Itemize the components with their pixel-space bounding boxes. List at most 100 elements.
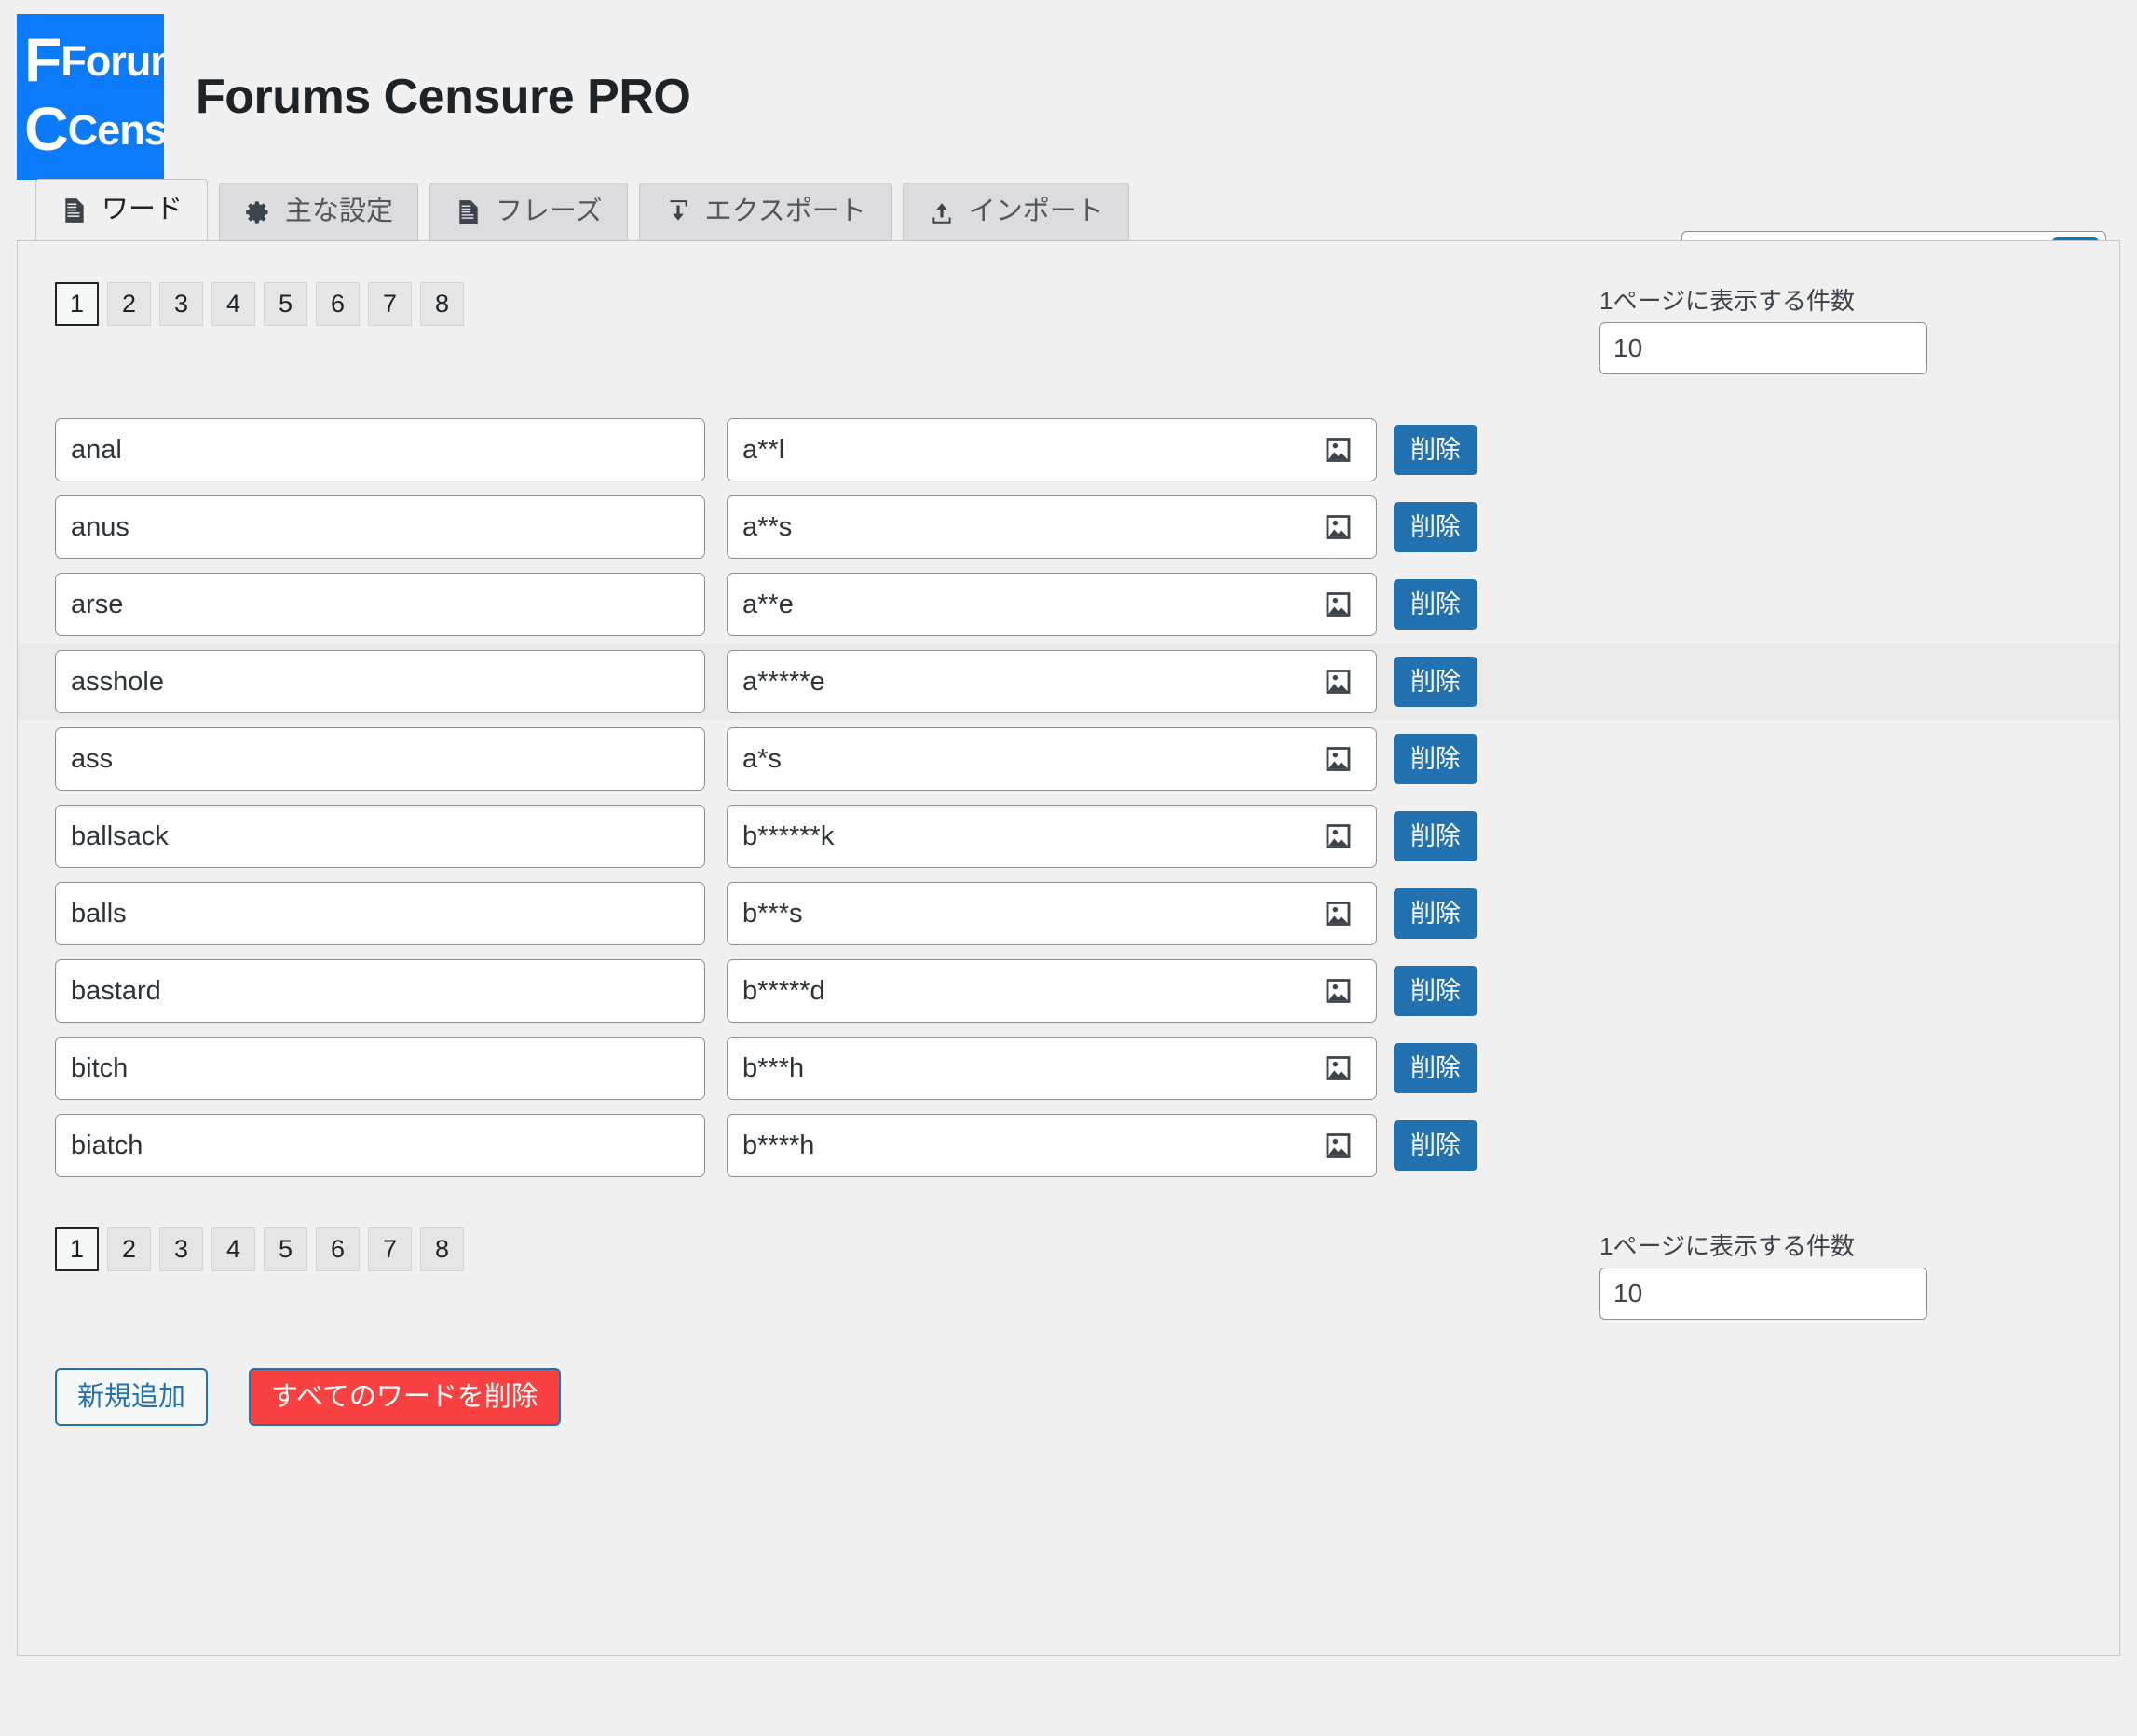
page-button-bottom-2[interactable]: 2 xyxy=(107,1227,151,1271)
page-button-bottom-1[interactable]: 1 xyxy=(55,1227,99,1271)
word-cell xyxy=(55,959,705,1023)
per-page-label-bottom: 1ページに表示する件数 xyxy=(1599,1232,1855,1260)
table-row: 削除 xyxy=(18,566,2119,643)
word-input[interactable] xyxy=(55,959,705,1023)
delete-all-words-button[interactable]: すべてのワードを削除 xyxy=(249,1368,561,1426)
image-icon[interactable] xyxy=(1324,977,1353,1006)
word-input[interactable] xyxy=(55,882,705,945)
tab-export[interactable]: エクスポート xyxy=(638,183,892,240)
word-cell xyxy=(55,805,705,868)
image-icon[interactable] xyxy=(1324,513,1353,542)
replacement-input[interactable] xyxy=(727,882,1377,945)
word-input[interactable] xyxy=(55,1037,705,1100)
action-bar: 新規追加 すべてのワードを削除 xyxy=(18,1320,2119,1426)
word-input[interactable] xyxy=(55,727,705,791)
delete-row-button[interactable]: 削除 xyxy=(1394,888,1477,939)
tab-phrases[interactable]: フレーズ xyxy=(429,183,628,240)
image-icon[interactable] xyxy=(1324,1054,1353,1083)
page-button-6[interactable]: 6 xyxy=(316,282,360,326)
add-new-button[interactable]: 新規追加 xyxy=(55,1368,209,1426)
page-button-bottom-8[interactable]: 8 xyxy=(420,1227,464,1271)
page-button-2[interactable]: 2 xyxy=(107,282,151,326)
delete-row-button[interactable]: 削除 xyxy=(1394,657,1477,707)
delete-row-button[interactable]: 削除 xyxy=(1394,734,1477,784)
word-cell xyxy=(55,1114,705,1177)
replacement-input[interactable] xyxy=(727,573,1377,636)
word-input[interactable] xyxy=(55,650,705,713)
word-input[interactable] xyxy=(55,1114,705,1177)
word-cell xyxy=(55,727,705,791)
delete-row-button[interactable]: 削除 xyxy=(1394,502,1477,552)
app-logo: FForums CCensure xyxy=(17,14,164,180)
word-input[interactable] xyxy=(55,573,705,636)
replacement-cell xyxy=(727,495,1377,559)
image-icon[interactable] xyxy=(1324,590,1353,619)
per-page-input-bottom[interactable] xyxy=(1599,1268,1927,1320)
per-page-input[interactable] xyxy=(1599,322,1927,374)
page-button-bottom-4[interactable]: 4 xyxy=(211,1227,255,1271)
delete-row-button[interactable]: 削除 xyxy=(1394,579,1477,630)
replacement-cell xyxy=(727,1037,1377,1100)
delete-row-button[interactable]: 削除 xyxy=(1394,811,1477,861)
word-cell xyxy=(55,418,705,481)
replacement-input[interactable] xyxy=(727,1037,1377,1100)
table-row: 削除 xyxy=(18,412,2119,488)
page-button-1[interactable]: 1 xyxy=(55,282,99,326)
table-row: 削除 xyxy=(18,1107,2119,1184)
tab-phrases-label: フレーズ xyxy=(496,197,603,226)
per-page-label: 1ページに表示する件数 xyxy=(1599,287,1855,315)
word-cell xyxy=(55,573,705,636)
page-title: Forums Censure PRO xyxy=(196,70,691,124)
word-list: 削除削除削除削除削除削除削除削除削除削除 xyxy=(18,412,2119,1184)
replacement-input[interactable] xyxy=(727,495,1377,559)
replacement-cell xyxy=(727,650,1377,713)
logo-initial-f: F xyxy=(24,25,61,94)
page-button-bottom-5[interactable]: 5 xyxy=(264,1227,307,1271)
replacement-input[interactable] xyxy=(727,727,1377,791)
logo-word-forums: Forums xyxy=(61,37,164,85)
page-button-3[interactable]: 3 xyxy=(159,282,203,326)
tab-words[interactable]: ワード xyxy=(35,179,209,240)
replacement-input[interactable] xyxy=(727,418,1377,481)
document-icon xyxy=(61,197,88,224)
image-icon[interactable] xyxy=(1324,1132,1353,1160)
replacement-cell xyxy=(727,418,1377,481)
delete-row-button[interactable]: 削除 xyxy=(1394,425,1477,475)
page-button-7[interactable]: 7 xyxy=(368,282,412,326)
table-row: 削除 xyxy=(18,953,2119,1029)
image-icon[interactable] xyxy=(1324,900,1353,929)
table-row: 削除 xyxy=(18,875,2119,952)
delete-row-button[interactable]: 削除 xyxy=(1394,1043,1477,1093)
replacement-input[interactable] xyxy=(727,959,1377,1023)
image-icon[interactable] xyxy=(1324,668,1353,697)
replacement-input[interactable] xyxy=(727,1114,1377,1177)
replacement-cell xyxy=(727,573,1377,636)
replacement-cell xyxy=(727,882,1377,945)
word-input[interactable] xyxy=(55,418,705,481)
page-button-bottom-7[interactable]: 7 xyxy=(368,1227,412,1271)
word-input[interactable] xyxy=(55,495,705,559)
logo-text-line-1: FForums xyxy=(24,29,164,90)
page-button-5[interactable]: 5 xyxy=(264,282,307,326)
delete-row-button[interactable]: 削除 xyxy=(1394,1120,1477,1171)
words-panel: 1 2 3 4 5 6 7 8 1ページに表示する件数 削除削除削除削除削除削除… xyxy=(17,240,2120,1656)
logo-initial-c: C xyxy=(24,94,69,163)
tab-import[interactable]: インポート xyxy=(902,183,1129,240)
page-button-bottom-6[interactable]: 6 xyxy=(316,1227,360,1271)
page-button-4[interactable]: 4 xyxy=(211,282,255,326)
tab-main-settings-label: 主な設定 xyxy=(285,197,394,226)
tab-main-settings[interactable]: 主な設定 xyxy=(219,183,419,240)
replacement-input[interactable] xyxy=(727,650,1377,713)
word-cell xyxy=(55,650,705,713)
pager-bar-top: 1 2 3 4 5 6 7 8 1ページに表示する件数 xyxy=(18,241,2119,374)
image-icon[interactable] xyxy=(1324,822,1353,851)
page-button-8[interactable]: 8 xyxy=(420,282,464,326)
tab-import-label: インポート xyxy=(968,197,1104,226)
replacement-input[interactable] xyxy=(727,805,1377,868)
image-icon[interactable] xyxy=(1324,745,1353,774)
word-input[interactable] xyxy=(55,805,705,868)
delete-row-button[interactable]: 削除 xyxy=(1394,966,1477,1016)
image-icon[interactable] xyxy=(1324,436,1353,465)
page-button-bottom-3[interactable]: 3 xyxy=(159,1227,203,1271)
word-cell xyxy=(55,495,705,559)
